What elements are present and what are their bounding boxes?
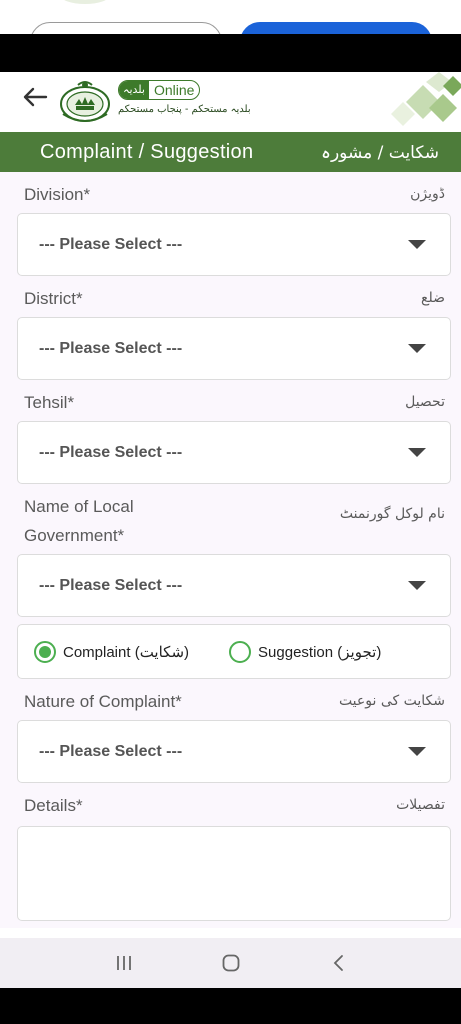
title-bar: Complaint / Suggestion شکایت / مشورہ: [0, 132, 461, 172]
local-government-label: Name of Local Government*: [24, 492, 134, 550]
suggestion-radio-option[interactable]: Suggestion (تجویز): [229, 640, 382, 663]
partial-outline-button: [30, 22, 222, 34]
app-screen: بلدیہ Online بلدیہ مستحکم - پنجاب مستحکم…: [0, 72, 461, 988]
system-navbar: [0, 938, 461, 988]
local-government-label-line1: Name of Local: [24, 497, 134, 516]
type-radio-group: Complaint (شکایت) Suggestion (تجویز): [17, 624, 451, 679]
baldia-online-badge: بلدیہ Online: [118, 79, 201, 100]
division-select-value: --- Please Select ---: [39, 235, 183, 253]
district-label-row: District* ضلع: [17, 276, 451, 313]
district-select[interactable]: --- Please Select ---: [17, 317, 451, 380]
district-label-urdu: ضلع: [421, 290, 445, 306]
partial-filled-button: [240, 22, 432, 34]
suggestion-radio[interactable]: [229, 640, 252, 663]
complaint-radio-option[interactable]: Complaint (شکایت): [34, 640, 190, 663]
back-arrow-icon[interactable]: [22, 86, 48, 108]
nature-label-urdu: شکایت کی نوعیت: [338, 693, 445, 709]
logo-tagline: بلدیہ مستحکم - پنجاب مستحکم: [118, 103, 251, 115]
tehsil-label-urdu: تحصیل: [405, 394, 445, 410]
details-label-row: Details* تفصیلات: [17, 783, 451, 820]
dropdown-caret-icon: [408, 240, 426, 249]
tehsil-label-row: Tehsil* تحصیل: [17, 380, 451, 417]
tehsil-label: Tehsil*: [24, 393, 75, 412]
nature-label: Nature of Complaint*: [24, 692, 182, 711]
page-title: Complaint / Suggestion: [40, 140, 254, 163]
local-government-select-value: --- Please Select ---: [39, 576, 183, 594]
division-select[interactable]: --- Please Select ---: [17, 213, 451, 276]
complaint-radio[interactable]: [34, 640, 56, 663]
suggestion-radio-label: Suggestion (تجویز): [258, 643, 382, 661]
dropdown-caret-icon: [408, 581, 426, 590]
district-label: District*: [24, 289, 83, 308]
logo-urdu-text: بلدیہ: [119, 80, 149, 99]
partial-logo: [60, 0, 110, 4]
home-icon[interactable]: [219, 951, 243, 975]
dropdown-caret-icon: [408, 448, 426, 457]
complaint-form: Division* ڈویژن --- Please Select --- Di…: [0, 172, 461, 928]
previous-screen-fragment: [0, 0, 461, 34]
tehsil-select-value: --- Please Select ---: [39, 443, 183, 461]
page-title-urdu: شکایت / مشورہ: [321, 142, 439, 163]
nature-select[interactable]: --- Please Select ---: [17, 720, 451, 783]
details-label-urdu: تفصیلات: [396, 797, 445, 813]
district-select-value: --- Please Select ---: [39, 339, 183, 357]
radio-selected-dot: [39, 645, 51, 658]
local-government-select[interactable]: --- Please Select ---: [17, 554, 451, 617]
logo-online-text: Online: [153, 81, 195, 98]
decorative-tiles-icon: [391, 72, 461, 126]
local-government-label-row: Name of Local Government* نام لوکل گورنم…: [17, 484, 451, 550]
dropdown-caret-icon: [408, 747, 426, 756]
nature-label-row: Nature of Complaint* شکایت کی نوعیت: [17, 679, 451, 716]
device-frame: بلدیہ Online بلدیہ مستحکم - پنجاب مستحکم…: [0, 0, 461, 1024]
details-textarea[interactable]: [17, 826, 451, 921]
nature-select-value: --- Please Select ---: [39, 742, 183, 760]
recents-icon[interactable]: [112, 951, 136, 975]
local-government-label-line2: Government*: [24, 526, 125, 545]
logo-text: بلدیہ Online بلدیہ مستحکم - پنجاب مستحکم: [118, 78, 251, 124]
back-icon[interactable]: [326, 951, 350, 975]
app-header: بلدیہ Online بلدیہ مستحکم - پنجاب مستحکم: [0, 72, 461, 132]
local-government-label-urdu: نام لوکل گورنمنٹ: [339, 506, 445, 522]
division-label-row: Division* ڈویژن: [17, 172, 451, 209]
division-label: Division*: [24, 185, 91, 204]
dropdown-caret-icon: [408, 344, 426, 353]
details-label: Details*: [24, 796, 83, 815]
complaint-radio-label: Complaint (شکایت): [63, 643, 190, 661]
division-label-urdu: ڈویژن: [410, 186, 445, 202]
tehsil-select[interactable]: --- Please Select ---: [17, 421, 451, 484]
punjab-emblem-icon: [60, 81, 110, 122]
